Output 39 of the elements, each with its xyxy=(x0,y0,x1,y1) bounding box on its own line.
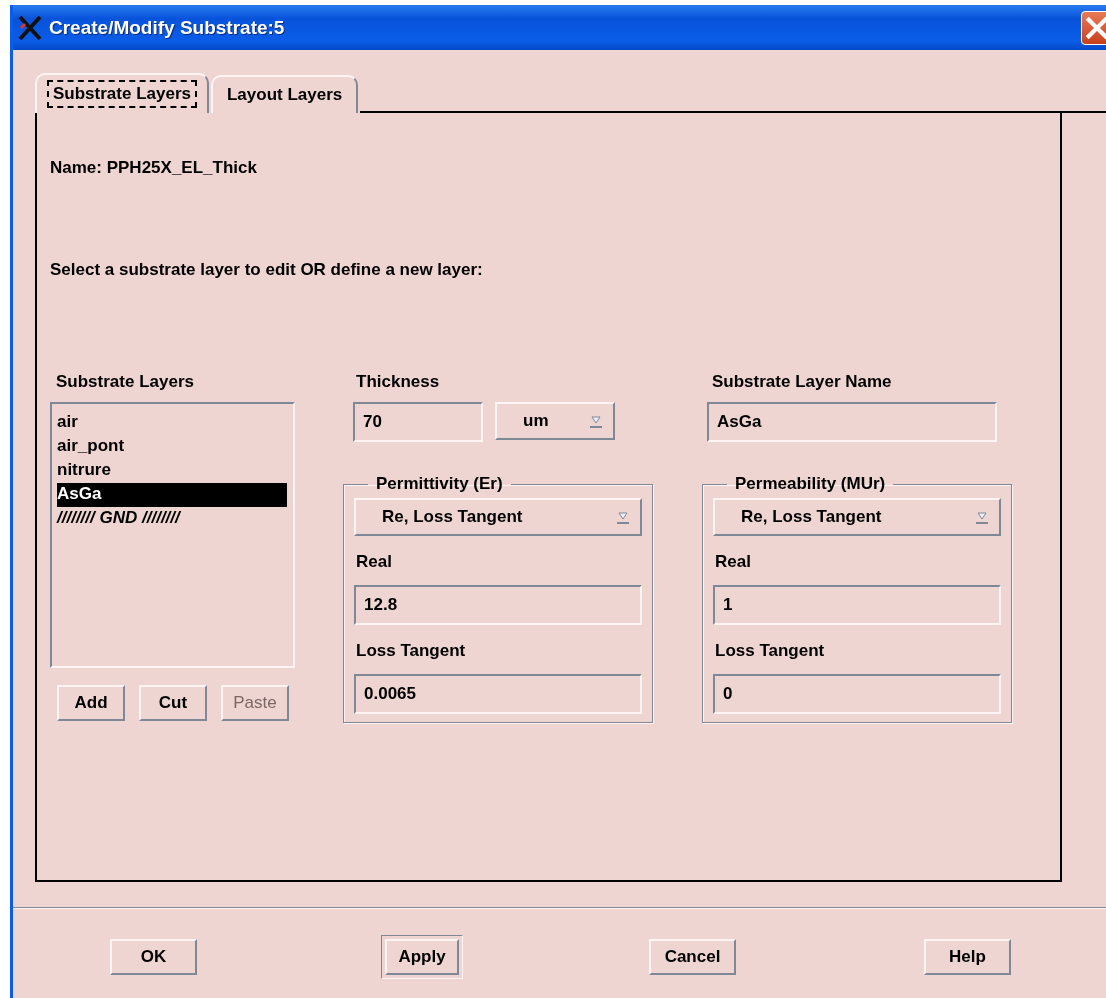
dropdown-arrow-icon xyxy=(589,413,603,429)
close-button[interactable] xyxy=(1081,10,1106,45)
dropdown[interactable]: Re, Loss Tangent xyxy=(354,498,642,536)
list-label: Substrate Layers xyxy=(55,372,195,392)
dialog-button[interactable]: Cancel xyxy=(649,939,736,975)
dialog-button[interactable]: OK xyxy=(110,939,197,975)
group-title: Permeability (MUr) xyxy=(734,474,887,494)
text-field[interactable]: 1 xyxy=(713,585,1001,625)
action-button[interactable]: Cut xyxy=(139,685,207,721)
field-label: Real xyxy=(356,552,393,572)
field-label: Thickness xyxy=(355,372,441,392)
text-field[interactable]: 12.8 xyxy=(354,585,642,625)
instruction-text: Select a substrate layer to edit OR define a new layer: xyxy=(50,260,484,280)
dropdown[interactable]: Re, Loss Tangent xyxy=(713,498,1001,536)
tab[interactable]: Layout Layers xyxy=(210,75,359,113)
list-item[interactable]: //////// GND //////// xyxy=(57,507,287,531)
layer-list[interactable]: air air_pont nitrure AsGa //////// GND //////// xyxy=(50,402,295,668)
name-label: Name: PPH25X_EL_Thick xyxy=(50,158,258,178)
field-label: Loss Tangent xyxy=(715,641,826,661)
text-field[interactable]: 0.0065 xyxy=(354,674,642,714)
field-label: Loss Tangent xyxy=(356,641,467,661)
dropdown-arrow-icon xyxy=(616,509,630,525)
list-item[interactable]: air_pont xyxy=(57,435,287,459)
window-title: Create/Modify Substrate:5 xyxy=(49,16,285,39)
list-item[interactable]: nitrure xyxy=(57,459,287,483)
dialog-button[interactable]: Help xyxy=(924,939,1011,975)
text-field[interactable]: AsGa xyxy=(707,402,997,442)
list-item[interactable]: AsGa xyxy=(57,483,287,507)
field-label: Substrate Layer Name xyxy=(711,372,893,392)
text-field[interactable]: 70 xyxy=(353,402,483,442)
text-field[interactable]: 0 xyxy=(713,674,1001,714)
dropdown-arrow-icon xyxy=(975,509,989,525)
field-label: Real xyxy=(715,552,752,572)
dialog-button[interactable]: Apply xyxy=(385,939,459,975)
dropdown[interactable]: um xyxy=(495,402,615,440)
tab[interactable]: Substrate Layers xyxy=(35,73,209,113)
list-item[interactable]: air xyxy=(57,411,287,435)
group-title: Permittivity (Er) xyxy=(375,474,504,494)
action-button[interactable]: Add xyxy=(57,685,125,721)
